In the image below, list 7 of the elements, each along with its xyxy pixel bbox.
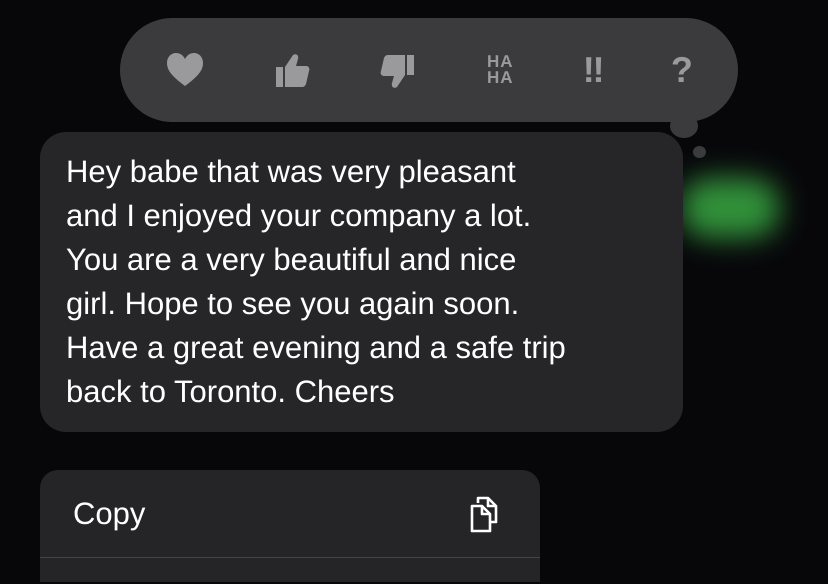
message-text: Hey babe that was very pleasant and I enjoyed your company a lot. You are a very beautiful and nice girl. Hope to see you again soon. Have a great evening and a safe trip back to Toronto. Cheers — [66, 153, 567, 411]
reaction-option[interactable]: ? — [670, 52, 693, 88]
heart-icon[interactable] — [165, 51, 206, 89]
reaction-option[interactable]: ‼ — [582, 52, 604, 88]
bubble-tail-dot — [693, 146, 706, 158]
reaction-option[interactable]: HA HA — [484, 54, 516, 86]
menu-item[interactable]: Copy — [40, 470, 540, 557]
